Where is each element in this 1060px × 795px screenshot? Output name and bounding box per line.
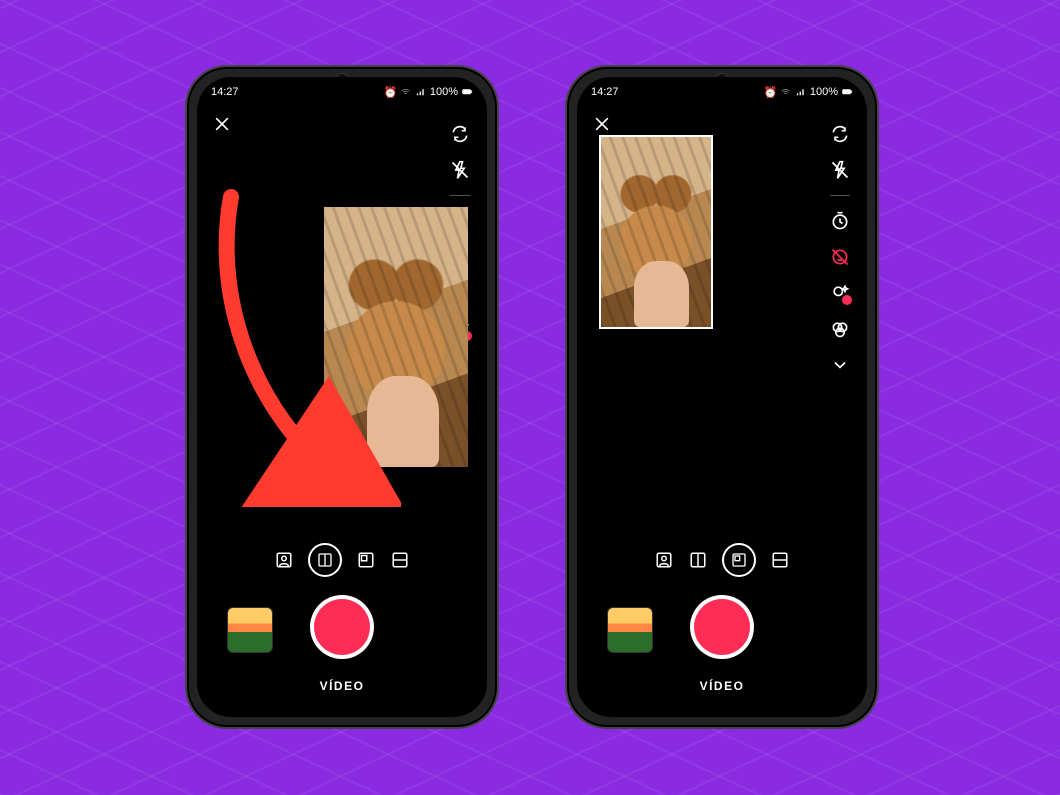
flash-off-icon[interactable] — [449, 159, 471, 181]
status-right-cluster: ⏰ 100% — [765, 86, 853, 98]
close-icon[interactable] — [591, 113, 613, 135]
alarm-icon: ⏰ — [385, 87, 396, 98]
layout-pip-button[interactable] — [356, 550, 376, 570]
layout-side-by-side-button[interactable] — [308, 543, 342, 577]
duet-preview-pane[interactable] — [599, 135, 713, 329]
phone-mockup-left: 14:27 ⏰ 100% — [185, 65, 499, 729]
record-row — [197, 595, 487, 659]
layout-side-by-side-button[interactable] — [688, 550, 708, 570]
layout-selector-row — [577, 543, 867, 577]
battery-icon — [842, 87, 853, 98]
signal-icon — [415, 87, 426, 98]
record-button[interactable] — [310, 595, 374, 659]
preview-hand — [634, 261, 689, 328]
layout-stacked-button[interactable] — [390, 550, 410, 570]
beauty-off-icon[interactable] — [829, 246, 851, 268]
wifi-icon — [400, 87, 411, 98]
layout-green-screen-button[interactable] — [654, 550, 674, 570]
camera-flip-icon[interactable] — [829, 123, 851, 145]
layout-stacked-button[interactable] — [770, 550, 790, 570]
signal-icon — [795, 87, 806, 98]
capture-mode-label: VÍDEO — [577, 679, 867, 693]
wifi-icon — [780, 87, 791, 98]
battery-text: 100% — [430, 86, 458, 98]
alarm-icon: ⏰ — [765, 87, 776, 98]
right-tool-rail — [823, 123, 857, 376]
status-right-cluster: ⏰ 100% — [385, 86, 473, 98]
filters-icon[interactable] — [829, 318, 851, 340]
close-icon[interactable] — [211, 113, 233, 135]
layout-green-screen-button[interactable] — [274, 550, 294, 570]
status-time: 14:27 — [211, 86, 239, 98]
duet-preview-pane — [324, 207, 468, 467]
rail-divider — [830, 195, 850, 196]
layout-selector-row — [197, 543, 487, 577]
battery-text: 100% — [810, 86, 838, 98]
record-row — [577, 595, 867, 659]
phone-screen: 14:27 ⏰ 100% — [197, 77, 487, 717]
record-button-inner — [314, 599, 370, 655]
timer-icon[interactable] — [829, 210, 851, 232]
phone-mockup-right: 14:27 ⏰ 100% — [565, 65, 879, 729]
effects-badge — [841, 294, 853, 306]
capture-mode-label: VÍDEO — [197, 679, 487, 693]
flash-off-icon[interactable] — [829, 159, 851, 181]
record-button[interactable] — [690, 595, 754, 659]
page-background: 14:27 ⏰ 100% — [0, 0, 1060, 795]
camera-flip-icon[interactable] — [449, 123, 471, 145]
chevron-down-icon[interactable] — [829, 354, 851, 376]
status-bar: 14:27 ⏰ 100% — [577, 77, 867, 103]
record-button-inner — [694, 599, 750, 655]
status-time: 14:27 — [591, 86, 619, 98]
rail-divider — [450, 195, 470, 196]
battery-icon — [462, 87, 473, 98]
effects-icon[interactable] — [829, 282, 851, 304]
status-bar: 14:27 ⏰ 100% — [197, 77, 487, 103]
preview-hand — [367, 376, 439, 467]
layout-pip-button[interactable] — [722, 543, 756, 577]
phone-screen: 14:27 ⏰ 100% — [577, 77, 867, 717]
